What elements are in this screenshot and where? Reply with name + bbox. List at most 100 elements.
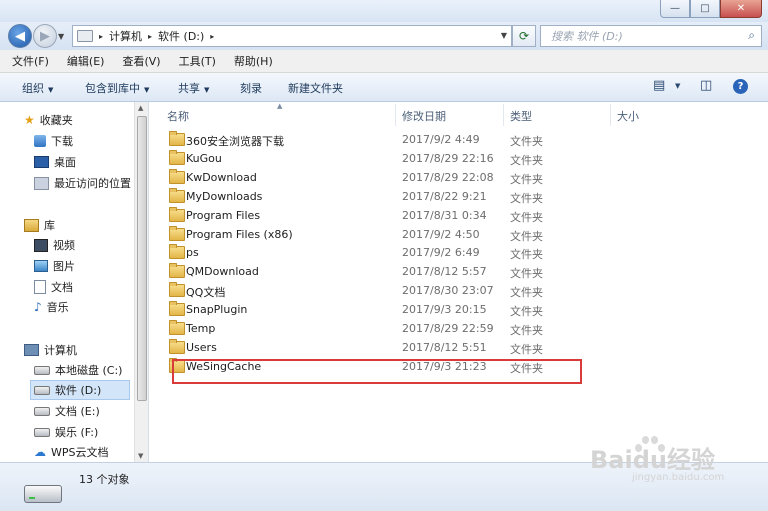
column-divider[interactable]: [503, 104, 504, 126]
file-row[interactable]: QQ文档 2017/8/30 23:07 文件夹: [149, 281, 599, 300]
nav-downloads-label: 下载: [51, 135, 73, 148]
folder-icon: [169, 149, 185, 165]
refresh-icon: ⟳: [518, 29, 530, 43]
breadcrumb-separator-icon[interactable]: ▸: [148, 32, 152, 41]
search-box[interactable]: ⌕: [540, 25, 762, 47]
folder-icon: [169, 131, 185, 146]
search-icon[interactable]: ⌕: [748, 28, 755, 43]
file-row[interactable]: Program Files (x86) 2017/9/2 4:50 文件夹: [149, 225, 599, 244]
column-header-type[interactable]: 类型: [510, 108, 532, 124]
file-row[interactable]: KuGou 2017/8/29 22:16 文件夹: [149, 149, 599, 168]
forward-button[interactable]: ▶: [33, 24, 57, 48]
search-input[interactable]: [549, 28, 733, 44]
file-row[interactable]: Program Files 2017/8/31 0:34 文件夹: [149, 206, 599, 225]
breadcrumb-separator-icon[interactable]: ▸: [99, 32, 103, 41]
column-header-name[interactable]: 名称: [167, 108, 189, 124]
file-row[interactable]: 360安全浏览器下载 2017/9/2 4:49 文件夹: [149, 130, 599, 149]
folder-icon: [169, 225, 185, 241]
help-icon[interactable]: ?: [733, 79, 748, 94]
breadcrumb-computer[interactable]: 计算机: [109, 28, 142, 44]
new-folder-button[interactable]: 新建文件夹: [288, 80, 343, 96]
nav-pictures[interactable]: 图片: [34, 258, 75, 274]
file-date: 2017/9/2 6:49: [402, 246, 480, 260]
file-row[interactable]: MyDownloads 2017/8/22 9:21 文件夹: [149, 187, 599, 206]
nav-documents-label: 文档: [51, 281, 73, 294]
include-in-library-label: 包含到库中: [85, 82, 140, 95]
column-header-date[interactable]: 修改日期: [402, 108, 446, 124]
document-icon: [34, 280, 46, 294]
file-type: 文件夹: [510, 191, 543, 205]
address-row: ◀ ▶ ▼ ▸ 计算机 ▸ 软件 (D:) ▸ ▼ ⟳ ⌕: [0, 22, 768, 50]
menu-edit[interactable]: 编辑(E): [67, 53, 105, 69]
minimize-button[interactable]: —: [660, 0, 690, 18]
file-type: 文件夹: [510, 172, 543, 186]
drive-icon: [24, 485, 62, 503]
scroll-down-icon[interactable]: ▼: [138, 452, 143, 460]
menu-tools[interactable]: 工具(T): [179, 53, 216, 69]
nav-libraries[interactable]: 库: [24, 217, 55, 233]
file-date: 2017/8/31 0:34: [402, 208, 487, 222]
nav-music[interactable]: ♪ 音乐: [34, 299, 69, 315]
nav-videos[interactable]: 视频: [34, 237, 75, 253]
file-row[interactable]: QMDownload 2017/8/12 5:57 文件夹: [149, 262, 599, 281]
close-button[interactable]: ✕: [720, 0, 762, 18]
star-icon: ★: [24, 113, 35, 127]
organize-button[interactable]: 组织 ▼: [22, 80, 53, 96]
downloads-icon: [34, 135, 46, 147]
file-row[interactable]: Temp 2017/8/29 22:59 文件夹: [149, 319, 599, 338]
back-arrow-icon: ◀: [15, 28, 25, 44]
menu-help[interactable]: 帮助(H): [234, 53, 273, 69]
nav-drive-c-label: 本地磁盘 (C:): [55, 364, 123, 377]
burn-button[interactable]: 刻录: [240, 80, 262, 96]
nav-drive-d[interactable]: 软件 (D:): [30, 380, 130, 400]
folder-icon: [169, 206, 185, 222]
nav-drive-c[interactable]: 本地磁盘 (C:): [34, 362, 122, 378]
nav-drive-d-label: 软件 (D:): [55, 384, 102, 397]
column-divider[interactable]: [610, 104, 611, 126]
file-type: 文件夹: [510, 324, 543, 337]
nav-drive-e[interactable]: 文档 (E:): [34, 403, 100, 419]
video-icon: [34, 238, 48, 252]
file-row[interactable]: Users 2017/8/12 5:51 文件夹: [149, 338, 599, 357]
nav-downloads[interactable]: 下载: [34, 133, 73, 149]
nav-computer[interactable]: 计算机: [24, 342, 77, 358]
breadcrumb-drive-d[interactable]: 软件 (D:): [158, 28, 204, 44]
file-date: 2017/8/30 23:07: [402, 284, 494, 298]
file-row[interactable]: SnapPlugin 2017/9/3 20:15 文件夹: [149, 300, 599, 319]
navigation-scrollbar[interactable]: ▲ ▼: [134, 102, 148, 462]
file-date: 2017/8/29 22:08: [402, 170, 494, 184]
library-icon: [24, 218, 39, 232]
column-header-size[interactable]: 大小: [617, 108, 639, 124]
scrollbar-thumb[interactable]: [137, 116, 147, 401]
maximize-button[interactable]: □: [690, 0, 720, 18]
scroll-up-icon[interactable]: ▲: [138, 104, 143, 112]
file-name: Program Files (x86): [186, 227, 293, 241]
file-type: 文件夹: [510, 305, 543, 319]
file-row[interactable]: ps 2017/9/2 6:49 文件夹: [149, 243, 599, 262]
share-button[interactable]: 共享 ▼: [178, 80, 209, 96]
file-row[interactable]: KwDownload 2017/8/29 22:08 文件夹: [149, 168, 599, 187]
nav-documents[interactable]: 文档: [34, 279, 73, 295]
menu-view[interactable]: 查看(V): [122, 53, 160, 69]
view-options-icon[interactable]: ▤: [653, 78, 665, 93]
nav-desktop[interactable]: 桌面: [34, 154, 76, 170]
column-divider[interactable]: [395, 104, 396, 126]
nav-favorites[interactable]: ★ 收藏夹: [24, 112, 73, 128]
menu-file[interactable]: 文件(F): [12, 53, 49, 69]
breadcrumb-separator-icon[interactable]: ▸: [210, 32, 214, 41]
recent-pages-dropdown-icon[interactable]: ▼: [58, 32, 64, 41]
nav-wps-cloud[interactable]: ☁ WPS云文档: [34, 444, 109, 460]
folder-icon: [169, 187, 185, 203]
refresh-button[interactable]: ⟳: [512, 25, 536, 47]
share-label: 共享: [178, 82, 200, 95]
back-button[interactable]: ◀: [8, 24, 32, 48]
include-in-library-button[interactable]: 包含到库中 ▼: [85, 80, 149, 96]
nav-recent-places[interactable]: 最近访问的位置: [34, 175, 131, 191]
address-bar[interactable]: ▸ 计算机 ▸ 软件 (D:) ▸ ▼: [72, 25, 512, 47]
address-dropdown-icon[interactable]: ▼: [501, 31, 507, 40]
forward-arrow-icon: ▶: [40, 28, 50, 44]
view-options-dropdown-icon[interactable]: ▼: [675, 82, 680, 90]
nav-drive-f[interactable]: 娱乐 (F:): [34, 424, 98, 440]
folder-icon: [169, 301, 185, 317]
preview-pane-icon[interactable]: ◫: [700, 78, 712, 93]
